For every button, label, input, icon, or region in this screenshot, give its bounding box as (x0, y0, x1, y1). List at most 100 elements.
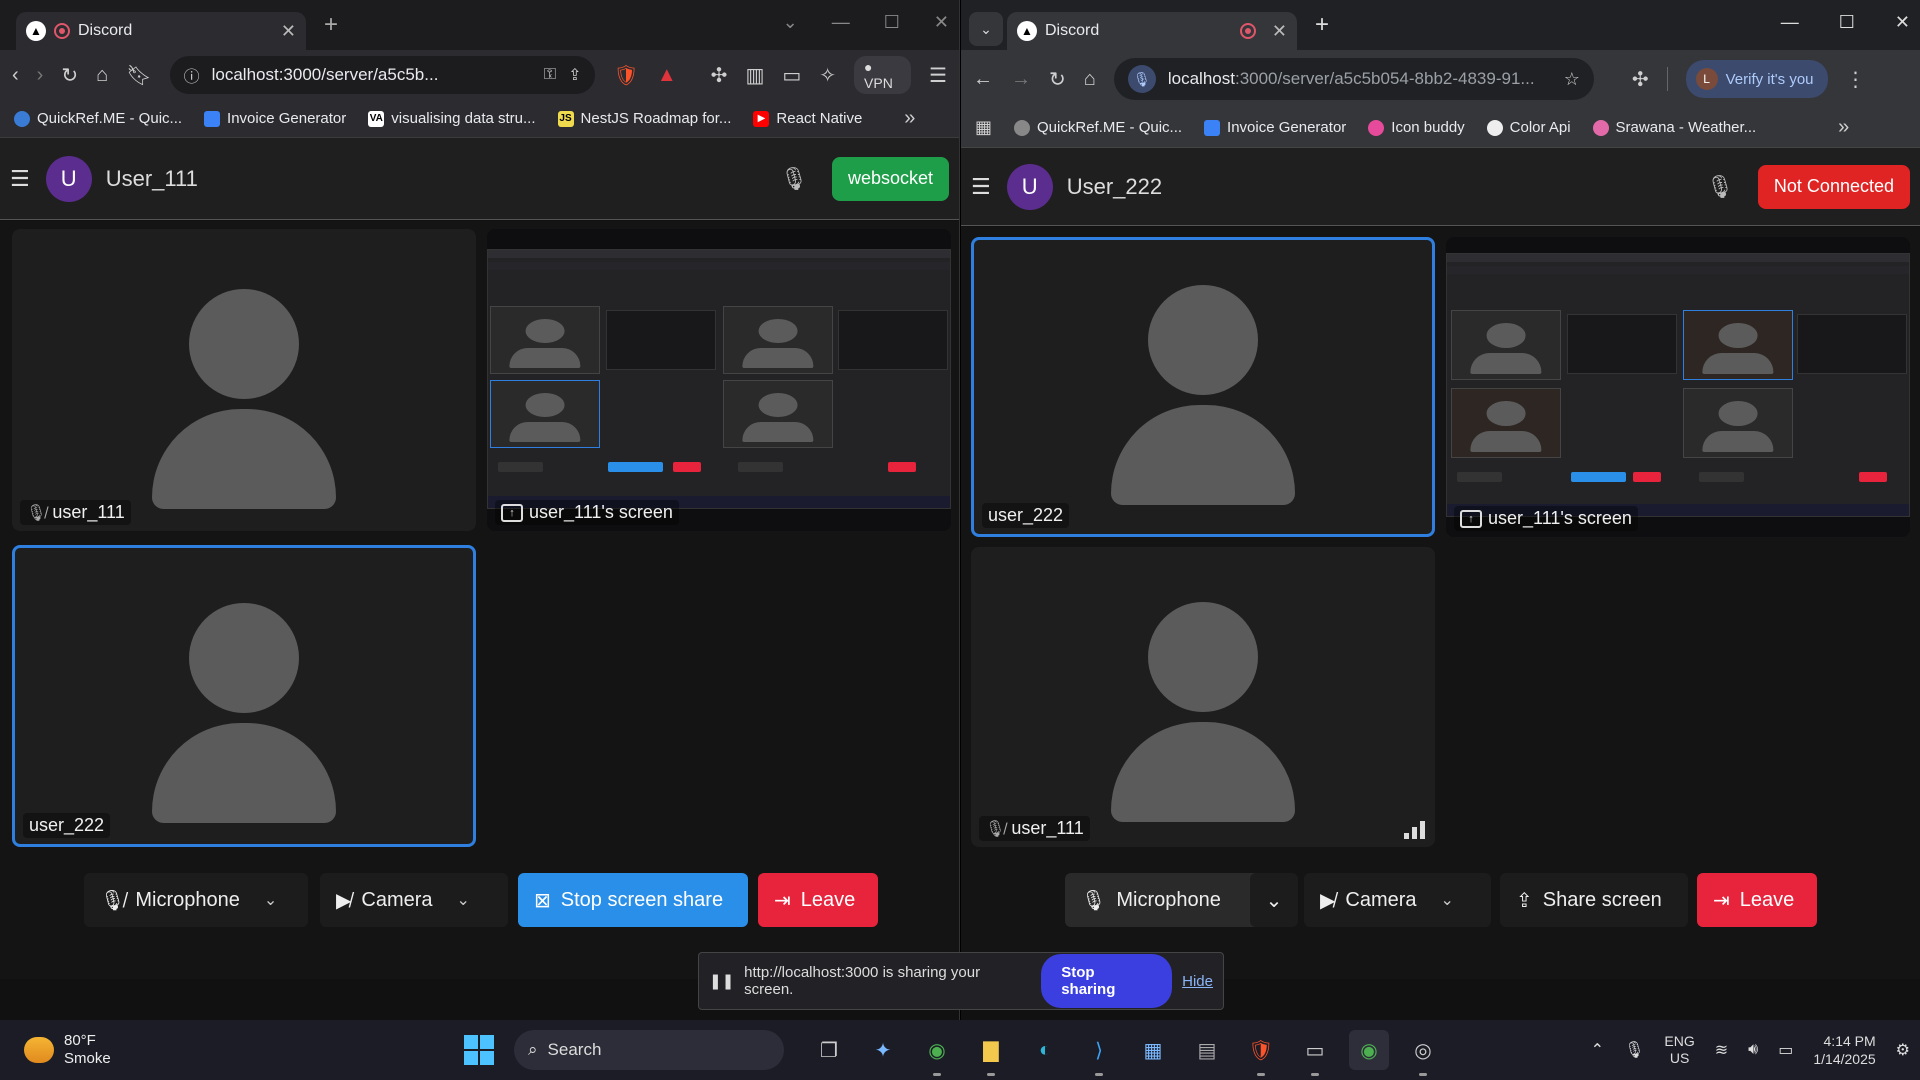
volume-icon[interactable]: 🔊︎ (1748, 1041, 1758, 1059)
tab-discord[interactable]: ▲ Discord ✕ (16, 12, 306, 50)
leave-button[interactable]: ⇥ Leave (1697, 873, 1817, 927)
leo-ai-icon[interactable]: ✧ (819, 63, 836, 88)
new-tab-icon[interactable]: + (324, 11, 338, 39)
camera-button[interactable]: ▶︎̸ Camera ⌄ (1304, 873, 1491, 927)
home-icon[interactable]: ⌂ (1084, 68, 1096, 91)
bookmark-item[interactable]: Invoice Generator (1204, 119, 1346, 136)
pause-grip-icon[interactable]: ❚❚ (709, 972, 734, 990)
bookmark-item[interactable]: Invoice Generator (204, 110, 346, 127)
participant-tile[interactable]: 🎙︎̸ user_111 (971, 547, 1435, 847)
vscode-icon[interactable]: ⟩ (1079, 1030, 1119, 1070)
task-view-icon[interactable]: ❐ (809, 1030, 849, 1070)
back-icon[interactable]: ‹ (12, 64, 19, 87)
star-icon[interactable]: ☆ (1564, 69, 1580, 90)
reload-icon[interactable]: ↻ (1049, 67, 1066, 92)
maximize-icon[interactable]: ☐ (1839, 12, 1855, 33)
weather-widget[interactable]: 80°F Smoke (24, 1032, 464, 1068)
address-bar[interactable]: ⓘ localhost:3000/server/a5c5b... ⚿ ⇪ (169, 56, 596, 94)
chevron-down-icon[interactable]: ⌄ (457, 890, 470, 910)
brave-shields-icon[interactable]: 🛡︎ (613, 63, 638, 88)
share-icon[interactable]: ⇪ (568, 65, 581, 85)
password-key-icon[interactable]: ⚿ (544, 66, 556, 84)
microphone-options-button[interactable]: ⌄ (1250, 873, 1298, 927)
back-icon[interactable]: ← (973, 68, 993, 91)
camera-button[interactable]: ▶︎̸ Camera ⌄ (320, 873, 508, 927)
tab-search-icon[interactable]: ⌄ (969, 12, 1003, 46)
participant-tile[interactable]: 🎙︎̸ user_111 (12, 229, 476, 531)
kebab-menu-icon[interactable]: ⋮ (1846, 67, 1866, 92)
notification-icon[interactable]: ⚙︎ (1896, 1040, 1910, 1060)
chrome-active-icon[interactable]: ◉ (1349, 1030, 1389, 1070)
tab-discord[interactable]: ▲ Discord ✕ (1007, 12, 1297, 50)
screen-share-tile[interactable]: ↑ user_111's screen (1446, 237, 1910, 537)
bookmark-item[interactable]: Color Api (1486, 119, 1571, 136)
file-explorer-icon[interactable]: ▇ (971, 1030, 1011, 1070)
new-tab-icon[interactable]: + (1315, 11, 1329, 39)
taskbar-search[interactable]: ⌕ Search (514, 1030, 784, 1070)
vpn-button[interactable]: ● VPN (854, 56, 912, 94)
chevron-down-icon[interactable]: ⌄ (1441, 890, 1454, 910)
participant-tile-speaking[interactable]: user_222 (971, 237, 1435, 537)
hamburger-menu-icon[interactable]: ☰ (971, 174, 991, 200)
store-icon[interactable]: ▦ (1133, 1030, 1173, 1070)
chevron-down-icon[interactable]: ⌄ (264, 890, 277, 910)
bookmark-item[interactable]: VA visualising data stru... (368, 110, 536, 127)
verify-profile-button[interactable]: L Verify it's you (1685, 60, 1828, 98)
extensions-icon[interactable]: ✣ (1632, 67, 1649, 92)
participant-tile-speaking[interactable]: user_222 (12, 545, 476, 847)
leave-button[interactable]: ⇥ Leave (758, 873, 878, 927)
sidebar-icon[interactable]: ▥ (745, 63, 764, 88)
close-tab-icon[interactable]: ✕ (1272, 21, 1287, 42)
close-tab-icon[interactable]: ✕ (281, 21, 296, 42)
more-bookmarks-icon[interactable]: » (904, 107, 915, 130)
forward-icon[interactable]: › (37, 64, 44, 87)
battery-icon[interactable]: ▭ (1778, 1040, 1793, 1060)
connection-status-button[interactable]: Not Connected (1757, 164, 1910, 209)
reload-icon[interactable]: ↻ (61, 63, 78, 88)
address-bar[interactable]: 🎙︎ localhost:3000/server/a5c5b054-8bb2-4… (1113, 58, 1594, 100)
obs-icon[interactable]: ◎ (1403, 1030, 1443, 1070)
microphone-tray-icon[interactable]: 🎙︎ (1624, 1040, 1644, 1060)
microphone-icon[interactable]: 🎙︎ (780, 166, 808, 192)
share-screen-button[interactable]: ⇪ Share screen (1500, 873, 1688, 927)
language-indicator[interactable]: ENG US (1664, 1033, 1694, 1067)
maximize-icon[interactable]: ☐ (884, 12, 900, 33)
tab-search-icon[interactable]: ⌄ (783, 12, 798, 33)
microphone-button[interactable]: 🎙︎̸ Microphone ⌄ (84, 873, 308, 927)
windows-start-icon[interactable] (464, 1035, 494, 1065)
hamburger-menu-icon[interactable]: ☰ (10, 166, 30, 192)
screen-share-tile[interactable]: ↑ user_111's screen (487, 229, 951, 531)
minimize-icon[interactable]: — (1781, 12, 1799, 33)
home-icon[interactable]: ⌂ (96, 64, 108, 87)
more-bookmarks-icon[interactable]: » (1838, 116, 1849, 139)
minimize-icon[interactable]: — (832, 12, 850, 33)
bookmark-item[interactable]: ▶ React Native (753, 110, 862, 127)
close-window-icon[interactable]: ✕ (1895, 12, 1910, 33)
chrome-icon[interactable]: ◉ (917, 1030, 957, 1070)
brave-icon[interactable]: 🛡︎ (1241, 1030, 1281, 1070)
apps-grid-icon[interactable]: ▦ (975, 117, 992, 138)
avatar[interactable]: U (45, 155, 92, 202)
wifi-icon[interactable]: ≋ (1715, 1040, 1728, 1060)
stop-sharing-button[interactable]: Stop sharing (1041, 954, 1173, 1008)
bookmark-item[interactable]: Srawana - Weather... (1592, 119, 1756, 136)
extensions-icon[interactable]: ✣ (711, 63, 728, 88)
forward-icon[interactable]: → (1011, 68, 1031, 91)
close-window-icon[interactable]: ✕ (934, 12, 949, 33)
connection-status-button[interactable]: websocket (831, 156, 949, 201)
site-info-icon[interactable]: ⓘ (184, 63, 200, 87)
wallet-icon[interactable]: ▭ (782, 63, 801, 88)
menu-icon[interactable]: ☰ (929, 63, 947, 88)
bookmark-icon[interactable]: 🔖︎ (126, 63, 151, 88)
avatar[interactable]: U (1006, 163, 1053, 210)
microphone-icon[interactable]: 🎙︎ (1706, 174, 1734, 200)
hide-link[interactable]: Hide (1182, 973, 1213, 990)
terminal-icon[interactable]: ▭ (1295, 1030, 1335, 1070)
bookmark-item[interactable]: JS NestJS Roadmap for... (557, 110, 731, 127)
chevron-up-icon[interactable]: ⌃ (1591, 1040, 1604, 1060)
edge-icon[interactable]: ◐ (1025, 1030, 1065, 1070)
copilot-icon[interactable]: ✦ (863, 1030, 903, 1070)
stop-screen-share-button[interactable]: ⊠ Stop screen share (518, 873, 748, 927)
clock[interactable]: 4:14 PM 1/14/2025 (1813, 1032, 1875, 1068)
calculator-icon[interactable]: ▤ (1187, 1030, 1227, 1070)
